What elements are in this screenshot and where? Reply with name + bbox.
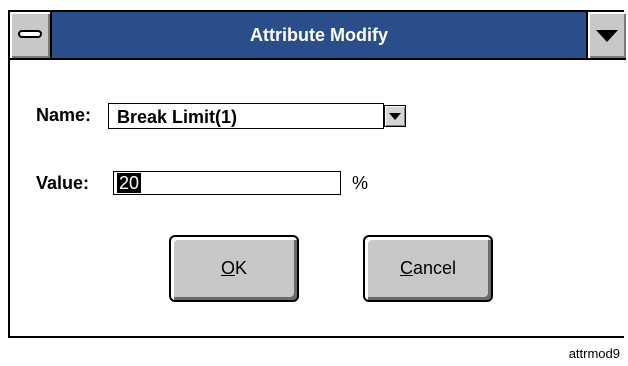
title-dropdown-button[interactable] xyxy=(586,12,626,58)
value-input-text: 20 xyxy=(117,173,142,193)
attribute-modify-dialog: Attribute Modify Name: Break Limit(1) Va… xyxy=(8,10,626,338)
chevron-down-icon xyxy=(389,113,401,120)
name-label: Name: xyxy=(36,105,92,125)
value-label: Value: xyxy=(36,173,90,193)
name-dropdown-button[interactable] xyxy=(384,105,406,127)
value-unit: % xyxy=(352,173,369,193)
system-menu-icon xyxy=(18,30,42,38)
system-menu-button[interactable] xyxy=(10,12,52,58)
cancel-label-rest: ancel xyxy=(412,258,457,278)
figure-caption: attrmod9 xyxy=(568,346,620,361)
chevron-down-icon xyxy=(596,30,618,42)
name-selected-value: Break Limit(1) xyxy=(117,107,238,127)
name-combobox[interactable]: Break Limit(1) xyxy=(108,103,384,129)
cancel-mnemonic: C xyxy=(399,258,413,278)
value-input[interactable]: 20 xyxy=(113,171,341,195)
cancel-button[interactable]: Cancel xyxy=(363,235,493,302)
title-bar: Attribute Modify xyxy=(10,12,626,60)
ok-button[interactable]: OK xyxy=(169,235,299,302)
ok-label-rest: K xyxy=(235,258,248,278)
ok-mnemonic: O xyxy=(220,258,235,278)
dialog-title: Attribute Modify xyxy=(250,25,388,45)
